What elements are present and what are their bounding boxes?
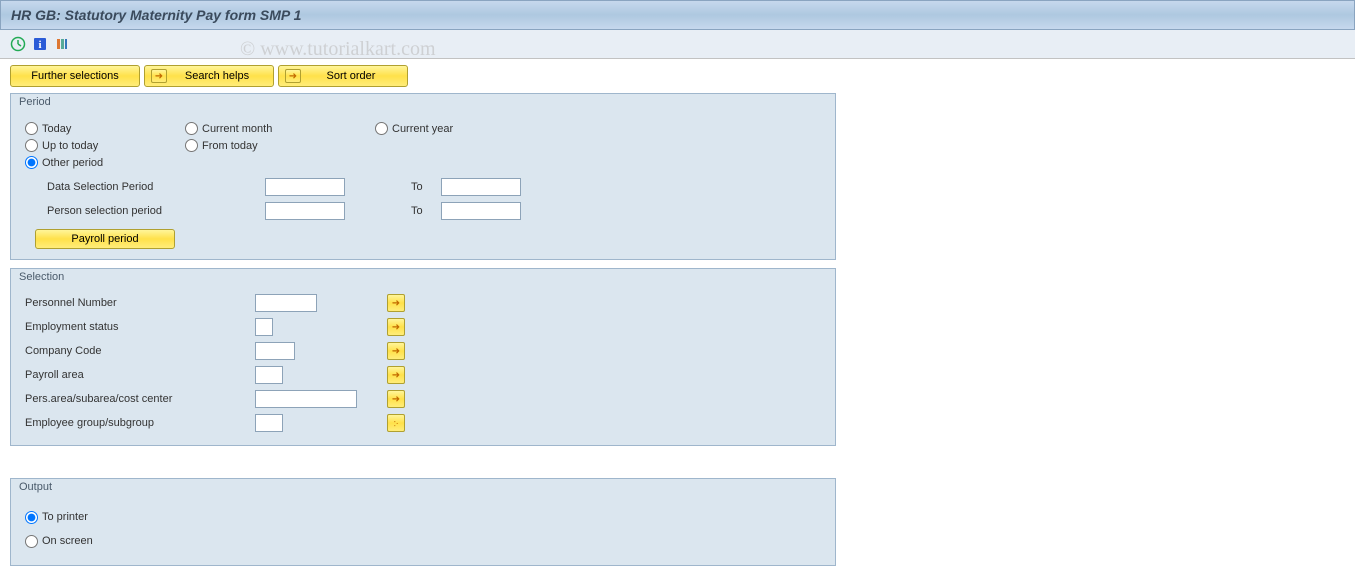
radio-on-screen-input[interactable]: [25, 535, 38, 548]
sort-order-label: Sort order: [307, 70, 395, 82]
pers-area-input[interactable]: [255, 390, 357, 408]
info-icon[interactable]: i: [32, 36, 48, 52]
data-selection-to-input[interactable]: [441, 178, 521, 196]
multiple-selection-icon[interactable]: ➜: [387, 342, 405, 360]
multiple-selection-icon[interactable]: ➜: [387, 294, 405, 312]
payroll-area-label: Payroll area: [25, 369, 255, 381]
radio-current-month-input[interactable]: [185, 122, 198, 135]
payroll-period-label: Payroll period: [71, 233, 138, 245]
radio-on-screen-label: On screen: [42, 535, 93, 547]
further-selections-label: Further selections: [31, 70, 118, 82]
search-helps-button[interactable]: ➜ Search helps: [144, 65, 274, 87]
pers-area-label: Pers.area/subarea/cost center: [25, 393, 255, 405]
sort-order-button[interactable]: ➜ Sort order: [278, 65, 408, 87]
radio-from-today-input[interactable]: [185, 139, 198, 152]
multiple-selection-icon[interactable]: ➜: [387, 366, 405, 384]
employee-group-label: Employee group/subgroup: [25, 417, 255, 429]
radio-today-input[interactable]: [25, 122, 38, 135]
data-selection-period-label: Data Selection Period: [47, 181, 265, 193]
app-toolbar: i: [0, 30, 1355, 59]
multiple-selection-icon[interactable]: ჻: [387, 414, 405, 432]
radio-today[interactable]: Today: [25, 122, 185, 135]
radio-to-printer-label: To printer: [42, 511, 88, 523]
data-selection-from-input[interactable]: [265, 178, 345, 196]
execute-icon[interactable]: [10, 36, 26, 52]
radio-current-year[interactable]: Current year: [375, 122, 535, 135]
radio-up-to-today[interactable]: Up to today: [25, 139, 185, 152]
radio-today-label: Today: [42, 123, 71, 135]
to-label: To: [411, 181, 431, 193]
window-title: HR GB: Statutory Maternity Pay form SMP …: [0, 0, 1355, 30]
selection-group-label: Selection: [11, 269, 835, 287]
period-group: Period Today Current month Current year …: [10, 93, 836, 260]
employment-status-input[interactable]: [255, 318, 273, 336]
radio-current-year-label: Current year: [392, 123, 453, 135]
radio-other-period[interactable]: Other period: [25, 156, 185, 169]
output-group: Output To printer On screen: [10, 478, 836, 566]
arrow-right-icon: ➜: [151, 69, 167, 83]
selection-toolbar: Further selections ➜ Search helps ➜ Sort…: [0, 59, 1355, 87]
multiple-selection-icon[interactable]: ➜: [387, 318, 405, 336]
further-selections-button[interactable]: Further selections: [10, 65, 140, 87]
radio-to-printer[interactable]: To printer: [25, 511, 88, 524]
payroll-area-input[interactable]: [255, 366, 283, 384]
radio-from-today-label: From today: [202, 140, 258, 152]
radio-current-month-label: Current month: [202, 123, 272, 135]
arrow-right-icon: ➜: [285, 69, 301, 83]
selection-group: Selection Personnel Number ➜ Employment …: [10, 268, 836, 446]
search-helps-label: Search helps: [173, 70, 261, 82]
person-selection-from-input[interactable]: [265, 202, 345, 220]
radio-other-period-label: Other period: [42, 157, 103, 169]
personnel-number-label: Personnel Number: [25, 297, 255, 309]
period-group-label: Period: [11, 94, 835, 112]
to-label: To: [411, 205, 431, 217]
person-selection-to-input[interactable]: [441, 202, 521, 220]
employee-group-input[interactable]: [255, 414, 283, 432]
radio-up-to-today-label: Up to today: [42, 140, 98, 152]
person-selection-period-label: Person selection period: [47, 205, 265, 217]
svg-text:i: i: [38, 39, 41, 51]
employment-status-label: Employment status: [25, 321, 255, 333]
radio-from-today[interactable]: From today: [185, 139, 375, 152]
radio-current-month[interactable]: Current month: [185, 122, 375, 135]
output-group-label: Output: [11, 479, 835, 497]
payroll-period-button[interactable]: Payroll period: [35, 229, 175, 249]
radio-on-screen[interactable]: On screen: [25, 535, 93, 548]
radio-other-period-input[interactable]: [25, 156, 38, 169]
title-text: HR GB: Statutory Maternity Pay form SMP …: [11, 7, 301, 23]
radio-up-to-today-input[interactable]: [25, 139, 38, 152]
multiple-selection-icon[interactable]: ➜: [387, 390, 405, 408]
personnel-number-input[interactable]: [255, 294, 317, 312]
company-code-input[interactable]: [255, 342, 295, 360]
variant-icon[interactable]: [54, 36, 70, 52]
company-code-label: Company Code: [25, 345, 255, 357]
radio-to-printer-input[interactable]: [25, 511, 38, 524]
radio-current-year-input[interactable]: [375, 122, 388, 135]
